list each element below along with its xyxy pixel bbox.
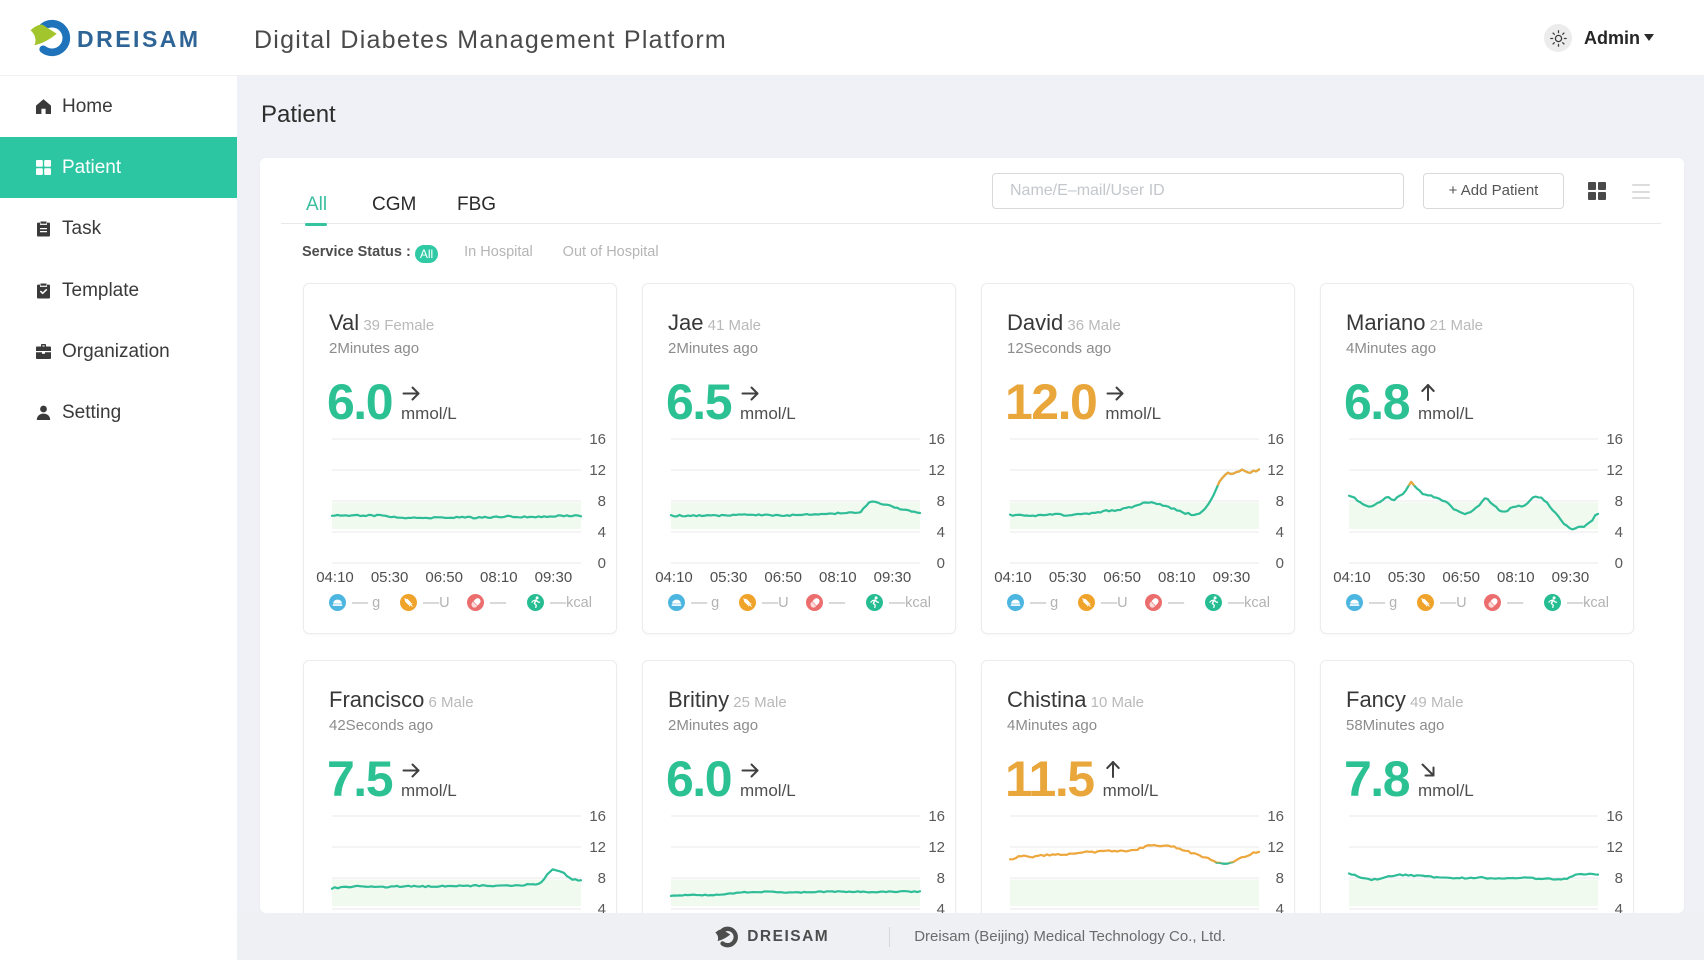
svg-text:16: 16 bbox=[1606, 434, 1623, 448]
svg-text:06:50: 06:50 bbox=[1103, 569, 1141, 586]
svg-text:8: 8 bbox=[937, 870, 945, 887]
svg-text:12: 12 bbox=[1267, 462, 1284, 479]
svg-text:04:10: 04:10 bbox=[316, 569, 354, 586]
svg-text:09:30: 09:30 bbox=[1552, 569, 1590, 586]
svg-text:4: 4 bbox=[1615, 524, 1623, 541]
svg-text:16: 16 bbox=[1267, 434, 1284, 448]
svg-text:0: 0 bbox=[1615, 555, 1623, 572]
svg-text:16: 16 bbox=[1267, 811, 1284, 825]
svg-text:16: 16 bbox=[589, 811, 606, 825]
svg-text:08:10: 08:10 bbox=[1497, 569, 1535, 586]
svg-text:04:10: 04:10 bbox=[1333, 569, 1371, 586]
svg-text:05:30: 05:30 bbox=[1388, 569, 1426, 586]
svg-text:08:10: 08:10 bbox=[819, 569, 857, 586]
svg-text:4: 4 bbox=[937, 901, 945, 913]
svg-text:12: 12 bbox=[928, 839, 945, 856]
svg-text:12: 12 bbox=[1606, 839, 1623, 856]
svg-text:06:50: 06:50 bbox=[764, 569, 802, 586]
svg-text:08:10: 08:10 bbox=[480, 569, 518, 586]
svg-text:0: 0 bbox=[1276, 555, 1284, 572]
svg-text:4: 4 bbox=[1276, 901, 1284, 913]
svg-text:06:50: 06:50 bbox=[425, 569, 463, 586]
svg-text:4: 4 bbox=[1276, 524, 1284, 541]
svg-text:05:30: 05:30 bbox=[371, 569, 409, 586]
svg-text:8: 8 bbox=[1276, 493, 1284, 510]
svg-text:12: 12 bbox=[589, 839, 606, 856]
svg-text:04:10: 04:10 bbox=[994, 569, 1032, 586]
svg-text:4: 4 bbox=[1615, 901, 1623, 913]
svg-text:08:10: 08:10 bbox=[1158, 569, 1196, 586]
svg-text:16: 16 bbox=[1606, 811, 1623, 825]
svg-text:12: 12 bbox=[1606, 462, 1623, 479]
svg-text:4: 4 bbox=[598, 524, 606, 541]
svg-text:09:30: 09:30 bbox=[1213, 569, 1251, 586]
svg-text:8: 8 bbox=[1615, 870, 1623, 887]
svg-text:16: 16 bbox=[589, 434, 606, 448]
svg-text:0: 0 bbox=[937, 555, 945, 572]
svg-text:12: 12 bbox=[1267, 839, 1284, 856]
svg-text:04:10: 04:10 bbox=[655, 569, 693, 586]
svg-text:12: 12 bbox=[928, 462, 945, 479]
svg-text:4: 4 bbox=[937, 524, 945, 541]
svg-text:16: 16 bbox=[928, 811, 945, 825]
svg-text:16: 16 bbox=[928, 434, 945, 448]
svg-text:0: 0 bbox=[598, 555, 606, 572]
svg-text:09:30: 09:30 bbox=[874, 569, 912, 586]
svg-text:12: 12 bbox=[589, 462, 606, 479]
svg-text:8: 8 bbox=[937, 493, 945, 510]
svg-text:8: 8 bbox=[598, 870, 606, 887]
svg-text:8: 8 bbox=[1615, 493, 1623, 510]
svg-text:05:30: 05:30 bbox=[1049, 569, 1087, 586]
svg-text:4: 4 bbox=[598, 901, 606, 913]
svg-text:05:30: 05:30 bbox=[710, 569, 748, 586]
svg-text:09:30: 09:30 bbox=[535, 569, 573, 586]
svg-text:8: 8 bbox=[1276, 870, 1284, 887]
svg-text:06:50: 06:50 bbox=[1442, 569, 1480, 586]
svg-text:8: 8 bbox=[598, 493, 606, 510]
